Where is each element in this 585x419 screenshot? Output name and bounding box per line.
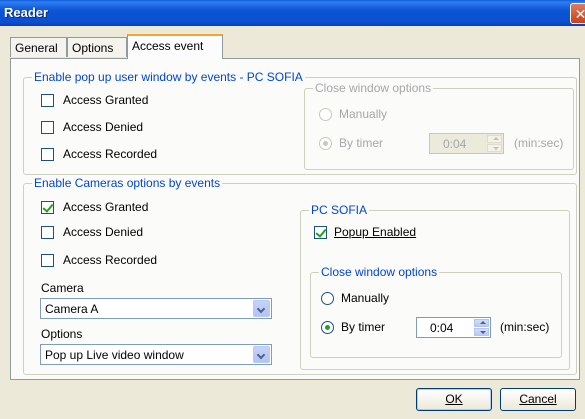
- popup-enabled-label[interactable]: Popup Enabled: [334, 225, 416, 239]
- popup-manually-radio[interactable]: [319, 108, 332, 121]
- cancel-button[interactable]: Cancel: [500, 388, 576, 411]
- popup-timer-unit: (min:sec): [514, 136, 564, 150]
- options-select-value: Pop up Live video window: [45, 348, 184, 362]
- camera-timer-value: 0:04: [430, 321, 454, 335]
- cameras-events-group: Enable Cameras options by events Access …: [23, 176, 577, 375]
- pc-sofia-group: PC SOFIA Popup Enabled Close window opti…: [300, 203, 570, 370]
- popup-timer-value: 0:04: [443, 137, 467, 151]
- popup-events-group: Enable pop up user window by events - PC…: [23, 70, 577, 175]
- close-button[interactable]: ✕: [570, 3, 585, 24]
- options-label: Options: [41, 327, 83, 341]
- camera-access-recorded-checkbox[interactable]: [41, 254, 54, 267]
- cameras-events-legend: Enable Cameras options by events: [32, 176, 223, 190]
- popup-enabled-checkbox[interactable]: [314, 226, 327, 239]
- camera-access-granted-checkbox[interactable]: [41, 201, 54, 214]
- popup-close-options-legend: Close window options: [313, 81, 434, 95]
- popup-timer-spinner[interactable]: 0:04: [429, 133, 504, 154]
- popup-by-timer-radio[interactable]: [319, 137, 332, 150]
- tab-panel-access-event: Enable pop up user window by events - PC…: [10, 58, 580, 380]
- camera-label: Camera: [41, 281, 84, 295]
- pc-sofia-legend: PC SOFIA: [309, 203, 370, 217]
- reader-dialog: Reader ✕ General Options Access event En…: [0, 0, 585, 419]
- options-select[interactable]: Pop up Live video window: [40, 344, 272, 365]
- window-title: Reader: [4, 5, 49, 20]
- camera-timer-spinner[interactable]: 0:04: [416, 317, 491, 338]
- camera-select[interactable]: Camera A: [40, 298, 272, 319]
- camera-by-timer-radio[interactable]: [321, 321, 334, 334]
- popup-timer-up-icon[interactable]: [487, 135, 502, 143]
- camera-access-denied-checkbox[interactable]: [41, 226, 54, 239]
- camera-access-granted-label[interactable]: Access Granted: [63, 200, 148, 214]
- camera-access-denied-label[interactable]: Access Denied: [63, 225, 143, 239]
- tab-general[interactable]: General: [10, 37, 67, 57]
- camera-timer-unit: (min:sec): [500, 320, 550, 334]
- popup-manually-label[interactable]: Manually: [339, 107, 387, 121]
- camera-manually-label[interactable]: Manually: [341, 291, 389, 305]
- camera-access-recorded-label[interactable]: Access Recorded: [63, 253, 157, 267]
- popup-access-granted-label[interactable]: Access Granted: [63, 93, 148, 107]
- chevron-down-icon[interactable]: [253, 300, 270, 317]
- camera-timer-up-icon[interactable]: [474, 319, 489, 327]
- popup-access-denied-label[interactable]: Access Denied: [63, 120, 143, 134]
- ok-button[interactable]: OK: [416, 388, 492, 411]
- tab-access-event[interactable]: Access event: [127, 34, 223, 59]
- popup-events-legend: Enable pop up user window by events - PC…: [32, 70, 305, 84]
- camera-close-options-group: Close window options Manually By timer 0…: [310, 265, 562, 358]
- popup-access-denied-checkbox[interactable]: [41, 121, 54, 134]
- title-bar[interactable]: Reader ✕: [0, 0, 585, 26]
- camera-timer-down-icon[interactable]: [474, 328, 489, 336]
- camera-by-timer-label[interactable]: By timer: [341, 320, 385, 334]
- popup-access-recorded-label[interactable]: Access Recorded: [63, 147, 157, 161]
- camera-manually-radio[interactable]: [321, 292, 334, 305]
- camera-select-value: Camera A: [45, 302, 99, 316]
- camera-close-options-legend: Close window options: [319, 265, 440, 279]
- chevron-down-icon[interactable]: [253, 346, 270, 363]
- popup-access-recorded-checkbox[interactable]: [41, 148, 54, 161]
- popup-access-granted-checkbox[interactable]: [41, 94, 54, 107]
- close-icon: ✕: [574, 6, 585, 22]
- popup-by-timer-label[interactable]: By timer: [339, 136, 383, 150]
- popup-timer-down-icon[interactable]: [487, 144, 502, 152]
- tab-options[interactable]: Options: [67, 37, 127, 57]
- popup-close-options-group: Close window options Manually By timer 0…: [304, 81, 574, 170]
